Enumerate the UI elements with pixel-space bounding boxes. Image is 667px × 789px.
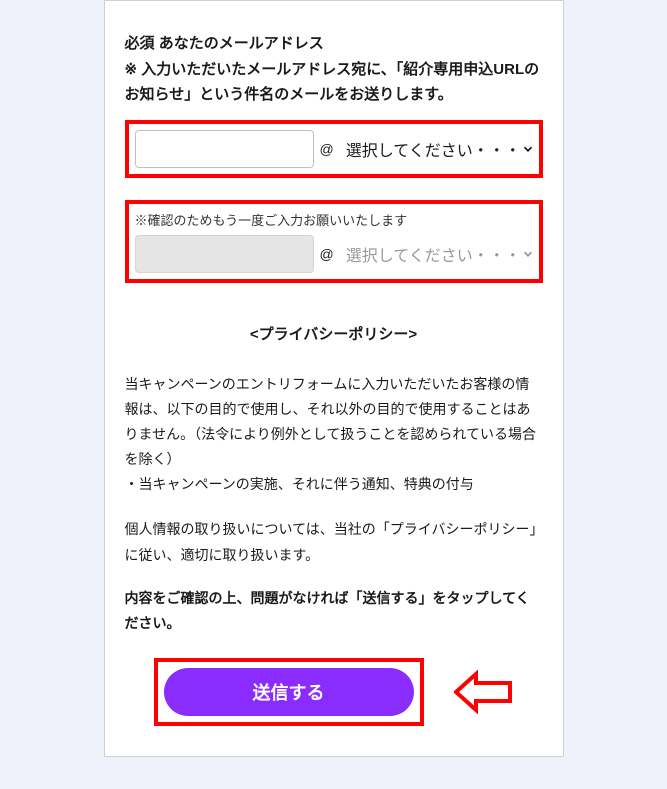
field-description: ※ 入力いただいたメールアドレス宛に、「紹介専用申込URLのお知らせ」という件名… [125, 61, 540, 104]
submit-highlight: 送信する [154, 658, 424, 726]
required-tag: 必須 [125, 35, 155, 52]
chevron-down-icon [521, 247, 535, 261]
email-input-highlight: @ 選択してください・・・ [125, 120, 543, 178]
submit-instruction: 内容をご確認の上、問題がなければ「送信する」をタップしてください。 [125, 586, 543, 636]
email-confirm-local-input[interactable] [135, 235, 314, 273]
form-container: 必須 あなたのメールアドレス ※ 入力いただいたメールアドレス宛に、「紹介専用申… [104, 0, 564, 757]
arrow-left-icon [454, 669, 514, 715]
email-row: @ 選択してください・・・ [135, 130, 533, 168]
email-domain-select[interactable]: 選択してください・・・ [340, 130, 539, 168]
at-sign-confirm: @ [320, 246, 334, 262]
privacy-policy-note: 個人情報の取り扱いについては、当社の「プライバシーポリシー」に従い、適切に取り扱… [125, 517, 543, 567]
chevron-down-icon [521, 142, 535, 156]
submit-button[interactable]: 送信する [164, 668, 414, 716]
domain-placeholder: 選択してください・・・ [346, 137, 521, 161]
privacy-policy-title: <プライバシーポリシー> [125, 323, 543, 344]
email-local-input[interactable] [135, 130, 314, 168]
field-title: あなたのメールアドレス [159, 35, 324, 52]
email-label-block: 必須 あなたのメールアドレス ※ 入力いただいたメールアドレス宛に、「紹介専用申… [125, 31, 543, 108]
email-confirm-domain-select[interactable]: 選択してください・・・ [340, 235, 539, 273]
domain-confirm-placeholder: 選択してください・・・ [346, 242, 521, 266]
submit-area: 送信する [125, 658, 543, 726]
privacy-policy-body: 当キャンペーンのエントリフォームに入力いただいたお客様の情報は、以下の目的で使用… [125, 372, 543, 498]
email-confirm-highlight: ※確認のためもう一度ご入力お願いいたします @ 選択してください・・・ [125, 200, 543, 283]
email-confirm-row: @ 選択してください・・・ [135, 235, 533, 273]
at-sign: @ [320, 141, 334, 157]
email-confirm-label: ※確認のためもう一度ご入力お願いいたします [135, 210, 533, 229]
